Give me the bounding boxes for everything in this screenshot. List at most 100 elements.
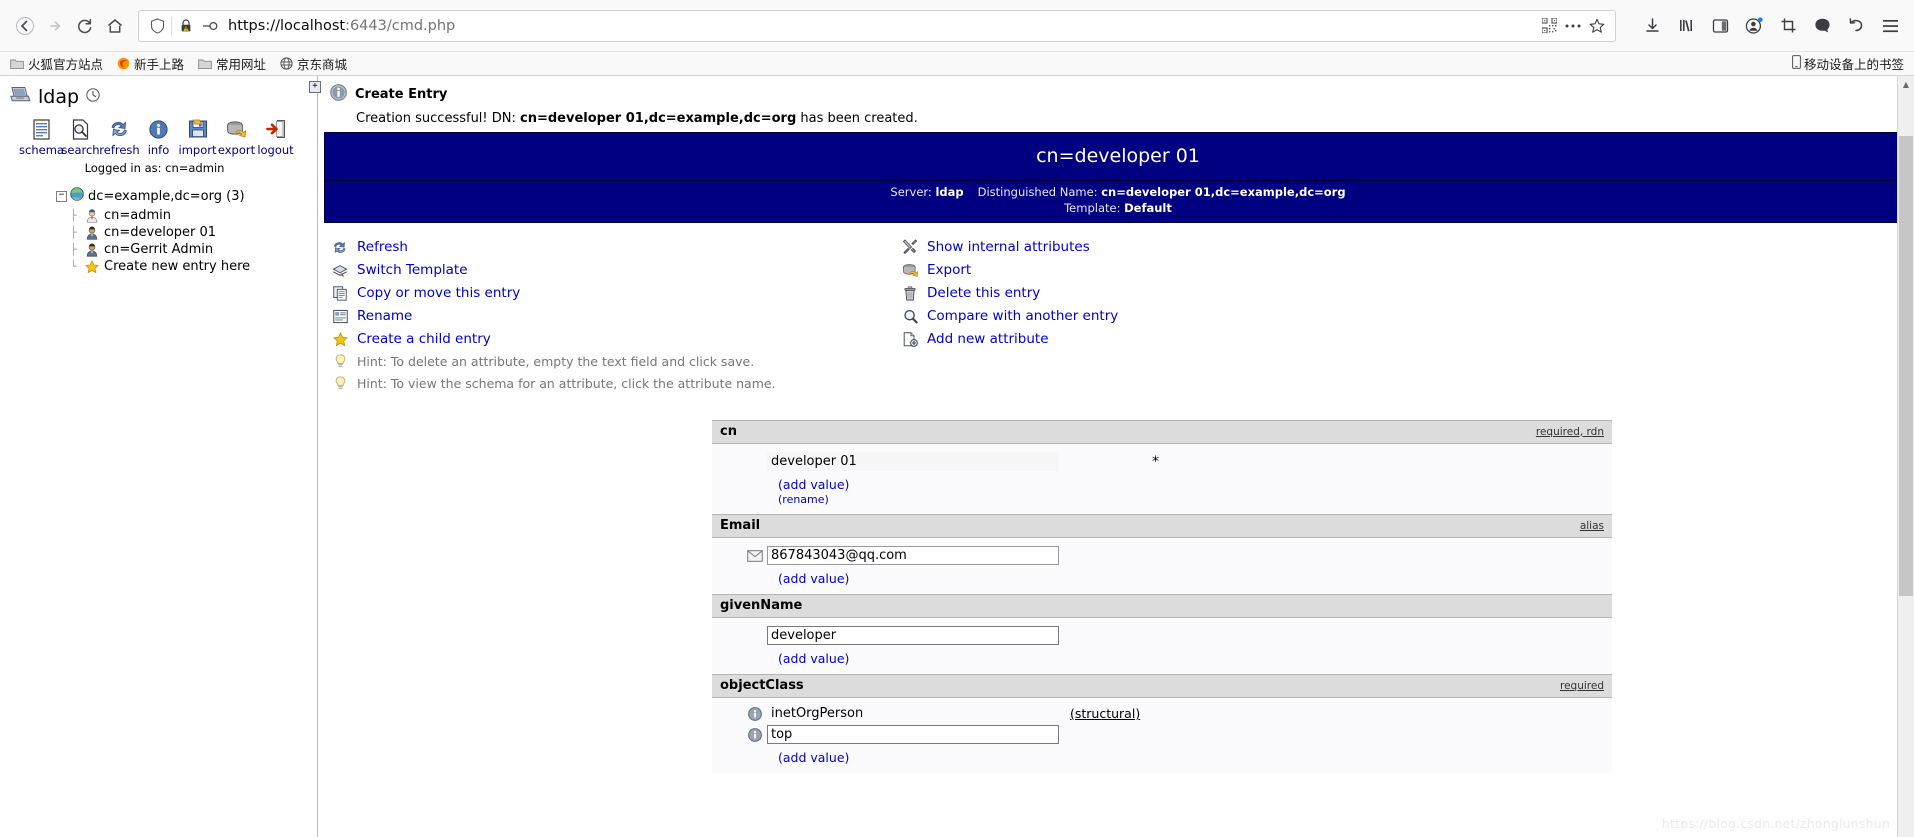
tree-root-node[interactable]: − dc=example,dc=org (3) xyxy=(56,187,317,205)
vertical-scrollbar[interactable]: ▲ xyxy=(1897,76,1914,837)
tree-item-cn-admin[interactable]: ├ cn=admin xyxy=(70,208,317,223)
objectclass-value-input[interactable] xyxy=(767,725,1059,745)
home-button[interactable] xyxy=(100,11,130,41)
bookmark-item-1[interactable]: 新手上路 xyxy=(117,54,184,73)
info-icon[interactable] xyxy=(743,727,767,742)
bookmark-item-3[interactable]: 京东商城 xyxy=(280,54,347,73)
lock-warning-icon[interactable] xyxy=(174,15,198,37)
search-icon xyxy=(71,118,90,140)
menu-icon[interactable] xyxy=(1876,12,1904,40)
permissions-plug-icon[interactable] xyxy=(198,15,222,37)
action-copy-or-move[interactable]: Copy or move this entry xyxy=(330,285,890,301)
reload-button[interactable] xyxy=(70,11,100,41)
mobile-icon xyxy=(1792,55,1801,72)
tree-item-create-new-entry[interactable]: └ Create new entry here xyxy=(70,259,317,274)
hint-view-schema: Hint: To view the schema for an attribut… xyxy=(330,376,890,391)
email-value-input[interactable] xyxy=(767,546,1059,566)
toolbar-item-import[interactable]: import xyxy=(178,118,217,157)
structural-tag: (structural) xyxy=(1070,706,1141,722)
toolbar-label: logout xyxy=(257,143,294,157)
attribute-flags: alias xyxy=(1579,519,1604,532)
tree-expander-icon[interactable]: − xyxy=(56,190,67,202)
tree-item-cn-gerrit-admin[interactable]: ├ cn=Gerrit Admin xyxy=(70,242,317,257)
address-bar[interactable]: https://localhost:6443/cmd.php xyxy=(138,9,1616,42)
hint-delete-attribute: Hint: To delete an attribute, empty the … xyxy=(330,354,890,369)
action-create-child-entry[interactable]: Create a child entry xyxy=(330,331,890,347)
action-label: Export xyxy=(927,262,972,279)
toolbar-item-logout[interactable]: logout xyxy=(256,118,295,157)
screenshot-icon[interactable] xyxy=(1774,12,1802,40)
add-value-link[interactable]: (add value) xyxy=(712,477,1612,492)
action-label: Rename xyxy=(357,308,413,325)
attribute-value-row: * xyxy=(712,450,1612,473)
envelope-icon[interactable] xyxy=(743,549,767,562)
tree-item-cn-developer-01[interactable]: ├ cn=developer 01 xyxy=(70,225,317,240)
clock-icon[interactable] xyxy=(86,88,100,106)
url-text[interactable]: https://localhost:6443/cmd.php xyxy=(222,18,1537,34)
action-compare-entry[interactable]: Compare with another entry xyxy=(900,308,1914,324)
action-show-internal-attributes[interactable]: Show internal attributes xyxy=(900,239,1914,255)
add-value-link[interactable]: (add value) xyxy=(712,750,1612,765)
bookmark-star-icon[interactable] xyxy=(1585,15,1609,37)
globe-icon xyxy=(280,57,293,70)
attribute-name[interactable]: givenName xyxy=(720,598,802,613)
rename-link[interactable]: (rename) xyxy=(712,493,1612,506)
hint-label: Hint: To delete an attribute, empty the … xyxy=(357,354,755,370)
lightbulb-icon xyxy=(330,376,350,391)
toolbar-item-schema[interactable]: schema xyxy=(19,118,64,157)
import-icon xyxy=(188,118,208,140)
action-add-new-attribute[interactable]: Add new attribute xyxy=(900,331,1914,347)
add-value-link[interactable]: (add value) xyxy=(712,571,1612,586)
action-delete-entry[interactable]: Delete this entry xyxy=(900,285,1914,301)
schema-icon xyxy=(32,118,51,140)
attribute-flags: required xyxy=(1560,679,1604,692)
givenname-value-input[interactable] xyxy=(767,626,1059,646)
bookmark-item-0[interactable]: 火狐官方站点 xyxy=(10,54,103,73)
attribute-header: objectClass required xyxy=(712,674,1612,699)
sidebar-icon[interactable] xyxy=(1706,12,1734,40)
template-label: Template: xyxy=(1064,200,1121,215)
page-actions-icon[interactable] xyxy=(1561,15,1585,37)
library-icon[interactable] xyxy=(1672,12,1700,40)
attribute-name[interactable]: objectClass xyxy=(720,678,804,693)
add-value-link[interactable]: (add value) xyxy=(712,651,1612,666)
pocket-icon[interactable] xyxy=(1808,12,1836,40)
toolbar-item-info[interactable]: info xyxy=(139,118,178,157)
info-icon[interactable] xyxy=(743,706,767,721)
ldap-sidebar: ldap schema search refresh info import e… xyxy=(0,76,321,837)
mobile-bookmarks-item[interactable]: 移动设备上的书签 xyxy=(1792,54,1904,73)
info-icon xyxy=(330,84,347,105)
toolbar-label: import xyxy=(178,143,217,157)
attribute-name[interactable]: Email xyxy=(720,518,760,533)
toolbar-item-export[interactable]: export xyxy=(217,118,256,157)
forward-button[interactable] xyxy=(40,11,70,41)
back-button[interactable] xyxy=(10,11,40,41)
action-refresh[interactable]: Refresh xyxy=(330,239,890,255)
cn-value-input[interactable] xyxy=(767,452,1059,472)
downloads-icon[interactable] xyxy=(1638,12,1666,40)
user-icon xyxy=(84,243,99,257)
toolbar-item-search[interactable]: search xyxy=(61,118,100,157)
action-switch-template[interactable]: Switch Template xyxy=(330,262,890,278)
account-icon[interactable] xyxy=(1740,12,1768,40)
qr-code-icon[interactable] xyxy=(1537,15,1561,37)
action-rename[interactable]: Rename xyxy=(330,308,890,324)
attribute-body: inetOrgPerson (structural) (add value) xyxy=(712,698,1612,774)
compare-icon xyxy=(900,309,920,324)
scrollbar-thumb[interactable] xyxy=(1899,136,1913,596)
splitter-expand-button[interactable]: + xyxy=(309,81,321,93)
info-icon xyxy=(149,118,168,140)
bookmark-item-2[interactable]: 常用网址 xyxy=(198,54,266,73)
copy-icon xyxy=(330,285,350,301)
toolbar-item-refresh[interactable]: refresh xyxy=(99,118,140,157)
scroll-up-arrow[interactable]: ▲ xyxy=(1898,76,1914,92)
action-export[interactable]: Export xyxy=(900,262,1914,278)
undo-icon[interactable] xyxy=(1842,12,1870,40)
tracking-protection-shield-icon[interactable] xyxy=(145,15,169,37)
template-value: Default xyxy=(1124,200,1172,215)
server-name: ldap xyxy=(38,86,80,108)
toolbar-label: schema xyxy=(19,143,64,157)
browser-toolbar-icons xyxy=(1638,12,1904,40)
attribute-name[interactable]: cn xyxy=(720,424,737,439)
dn-label: Distinguished Name: xyxy=(977,185,1098,199)
